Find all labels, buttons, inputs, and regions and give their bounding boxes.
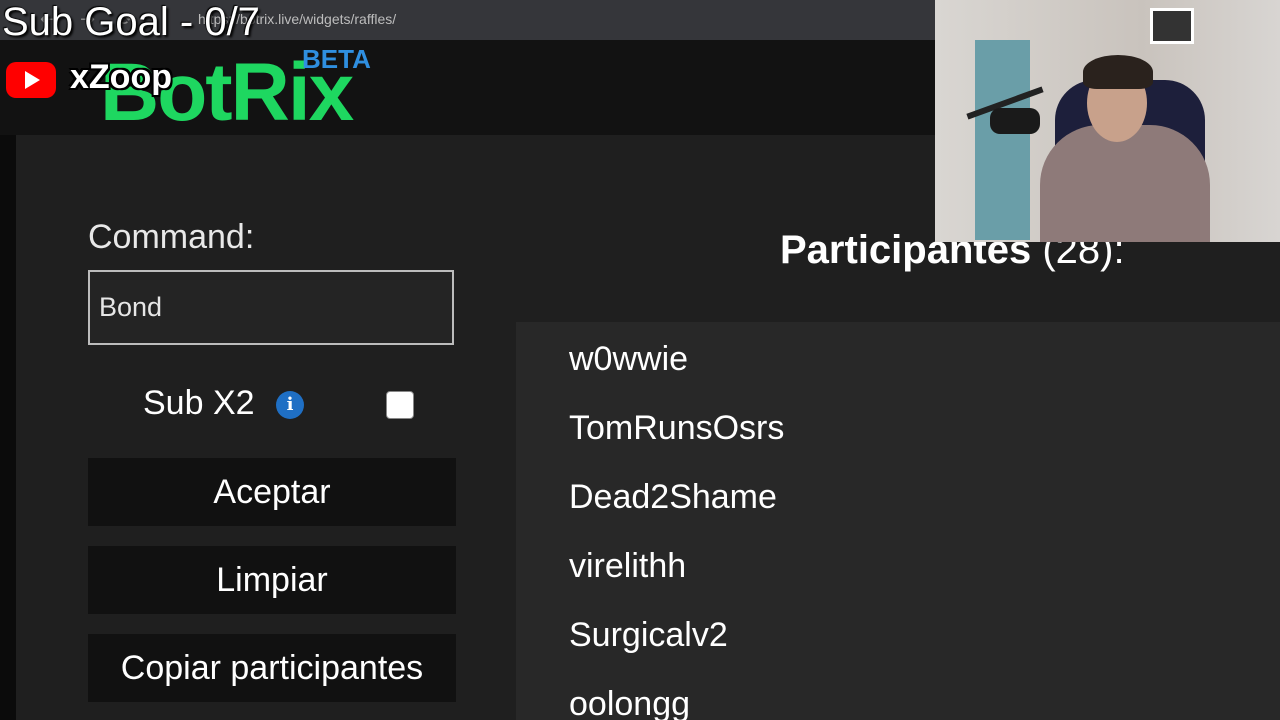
- cam-microphone: [990, 108, 1040, 134]
- list-item: w0wwie: [569, 340, 689, 378]
- info-icon[interactable]: i: [276, 391, 304, 419]
- clear-button[interactable]: Limpiar: [88, 546, 456, 614]
- command-label: Command:: [88, 218, 255, 256]
- channel-name: xZoop: [70, 58, 172, 96]
- list-item: virelithh: [569, 547, 687, 585]
- cam-wall-frame: [1150, 8, 1194, 44]
- sub-x2-checkbox[interactable]: [386, 391, 414, 419]
- cam-person: [1040, 125, 1210, 242]
- youtube-icon: [6, 62, 56, 98]
- webcam-overlay: [935, 0, 1280, 242]
- participants-list[interactable]: w0wwie TomRunsOsrs Dead2Shame virelithh …: [516, 322, 1280, 720]
- list-item: Dead2Shame: [569, 478, 777, 516]
- copy-participants-button[interactable]: Copiar participantes: [88, 634, 456, 702]
- beta-badge: BETA: [302, 44, 371, 74]
- list-item: Surgicalv2: [569, 616, 728, 654]
- sub-x2-label: Sub X2: [143, 384, 255, 422]
- command-input[interactable]: [88, 270, 454, 345]
- list-item: oolongg: [569, 685, 691, 720]
- sub-goal-overlay: Sub Goal - 0/7: [2, 0, 260, 44]
- cam-curtain: [975, 40, 1030, 240]
- accept-button[interactable]: Aceptar: [88, 458, 456, 526]
- left-edge: [0, 135, 16, 720]
- cam-hair: [1083, 55, 1153, 89]
- list-item: TomRunsOsrs: [569, 409, 785, 447]
